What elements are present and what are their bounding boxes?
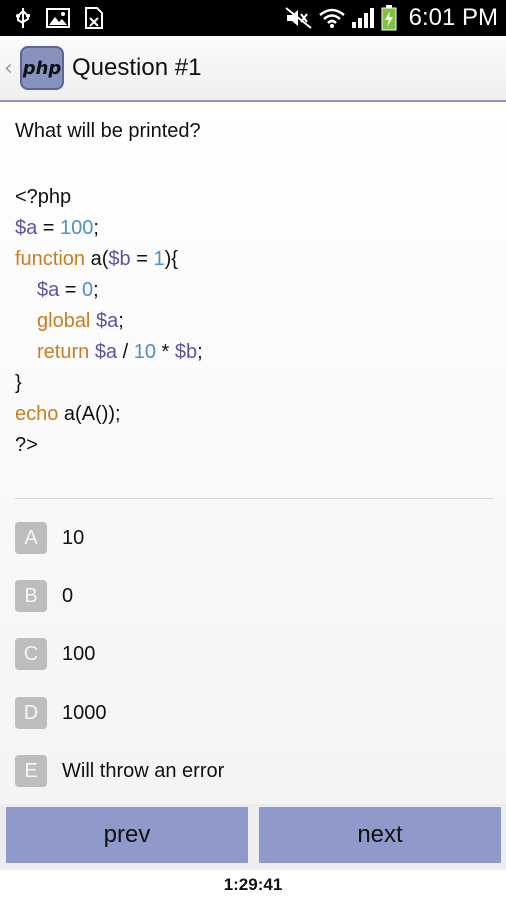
answer-option-b[interactable]: B 0 <box>15 580 73 612</box>
option-text: Will throw an error <box>62 759 225 782</box>
navigation-bar: prev next <box>0 804 506 870</box>
code-block: <?php $a = 100; function a($b = 1){ $a =… <box>15 182 203 461</box>
option-text: 0 <box>62 584 74 607</box>
wifi-icon <box>318 7 345 29</box>
code-line: ?> <box>15 434 38 456</box>
sim-icon <box>84 7 104 29</box>
option-letter-badge: B <box>15 580 47 612</box>
php-logo-text: php <box>22 57 62 79</box>
battery-charging-icon <box>381 5 397 31</box>
code-line: global $a; <box>37 310 124 332</box>
signal-icon <box>351 7 375 29</box>
status-time: 6:01 PM <box>408 4 498 31</box>
option-letter-badge: C <box>15 638 47 670</box>
code-line: echo a(A()); <box>15 403 121 425</box>
code-line: <?php <box>15 186 72 208</box>
answer-option-c[interactable]: C 100 <box>15 638 95 670</box>
question-content: What will be printed? <?php $a = 100; fu… <box>0 102 506 804</box>
answer-option-d[interactable]: D 1000 <box>15 697 107 729</box>
mute-icon <box>284 7 313 29</box>
option-letter-badge: D <box>15 697 47 729</box>
php-logo[interactable]: php <box>20 46 64 90</box>
divider <box>15 498 493 499</box>
answer-option-e[interactable]: E Will throw an error <box>15 755 224 787</box>
page-title: Question #1 <box>72 54 202 81</box>
image-icon <box>46 8 70 28</box>
option-text: 10 <box>62 526 85 549</box>
option-text: 100 <box>62 642 96 665</box>
quiz-timer: 1:29:41 <box>0 870 506 900</box>
code-line: $a = 100; <box>15 217 99 239</box>
code-line: $a = 0; <box>37 279 99 301</box>
back-chevron-icon[interactable]: ‹ <box>4 56 18 81</box>
option-text: 1000 <box>62 701 107 724</box>
status-bar: 6:01 PM <box>0 0 506 36</box>
next-button[interactable]: next <box>259 807 501 863</box>
option-letter-badge: E <box>15 755 47 787</box>
prev-button[interactable]: prev <box>6 807 248 863</box>
option-letter-badge: A <box>15 522 47 554</box>
action-bar: ‹ php Question #1 <box>0 36 506 102</box>
code-line: return $a / 10 * $b; <box>37 341 203 363</box>
code-line: function a($b = 1){ <box>15 248 178 270</box>
question-prompt: What will be printed? <box>15 120 201 142</box>
code-line: } <box>15 372 22 394</box>
answer-option-a[interactable]: A 10 <box>15 522 84 554</box>
usb-icon <box>14 7 32 29</box>
